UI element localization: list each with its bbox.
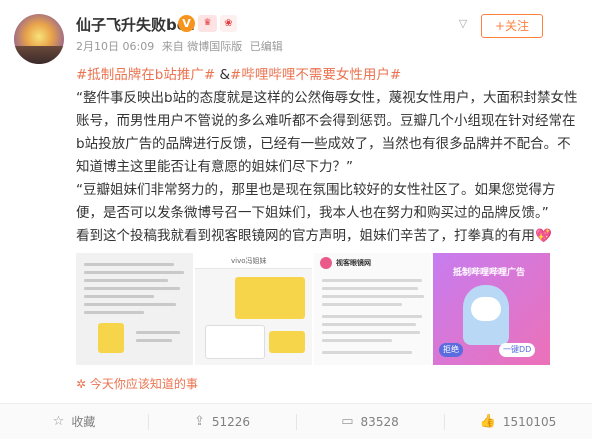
post-image-official-statement[interactable]: 视客眼镜网	[314, 253, 431, 365]
chevron-down-icon[interactable]: ▽	[456, 17, 470, 31]
star-icon: ☆	[52, 414, 65, 429]
post-meta: 2月10日 06:09 来自 微博国际版 已编辑	[76, 38, 287, 54]
favorite-label: 收藏	[71, 415, 96, 429]
share-icon: ⇪	[193, 414, 205, 429]
image-header-text: 视客眼镜网	[336, 259, 371, 267]
like-icon: 👍	[479, 414, 496, 429]
hashtag-line: #抵制品牌在b站推广# &#哔哩哔哩不需要女性用户#	[76, 64, 582, 87]
hashtag-joiner: &	[215, 67, 231, 83]
post-image-anime-poster[interactable]: 抵制哔哩哔哩广告 拒绝 一键DD	[433, 253, 550, 365]
post-closing: 看到这个投稿我就看到视客眼镜网的官方声明，姐妹们辛苦了，打拳真的有用💖	[76, 225, 582, 248]
comment-count: 83528	[360, 414, 399, 429]
avatar[interactable]	[14, 14, 64, 64]
image-chip-text: 拒绝	[439, 343, 463, 357]
post-quote: “豆瓣姐妹们非常努力的，那里也是现在氛围比较好的女性社区了。如果您觉得方便，是否…	[76, 182, 556, 221]
post-closing-text: 看到这个投稿我就看到视客眼镜网的官方声明，姐妹们辛苦了，打拳真的有用	[76, 228, 535, 244]
image-grid: vivo冯姐妹 视客眼镜网 抵制哔哩哔哩广告 拒绝 一键DD	[76, 253, 552, 365]
image-title-text: 抵制哔哩哔哩广告	[453, 268, 526, 278]
today-link-text: 今天你应该知道的事	[89, 377, 198, 391]
weibo-post-card: 仙子飞升失败bot V ♛ ❀ 2月10日 06:09 来自 微博国际版 已编辑…	[0, 0, 592, 439]
hashtag-link[interactable]: #抵制品牌在b站推广#	[76, 67, 215, 83]
heart-emoji-icon: 💖	[535, 228, 552, 244]
user-badges: V ♛ ❀	[178, 15, 237, 32]
repost-button[interactable]: ⇪ 51226	[148, 404, 296, 439]
username[interactable]: 仙子飞升失败bot	[76, 14, 194, 35]
post-date[interactable]: 2月10日 06:09	[76, 40, 154, 53]
gift-badge-icon[interactable]: ❀	[220, 15, 237, 32]
hashtag-link[interactable]: #哔哩哔哩不需要女性用户#	[230, 67, 401, 83]
action-bar: ☆ 收藏 ⇪ 51226 ▭ 83528 👍 1510105	[0, 403, 592, 439]
comment-icon: ▭	[341, 414, 354, 429]
edited-label[interactable]: 已编辑	[250, 40, 283, 53]
image-header-text: vivo冯姐妹	[231, 257, 267, 265]
post-source: 来自 微博国际版	[161, 40, 243, 53]
post-image-chat-screenshot[interactable]	[76, 253, 193, 365]
repost-count: 51226	[211, 414, 251, 429]
today-link[interactable]: ✲ 今天你应该知道的事	[76, 375, 198, 392]
sun-icon: ✲	[76, 377, 90, 391]
image-chip-text: 一键DD	[499, 343, 536, 357]
follow-button[interactable]: +关注	[481, 14, 543, 38]
favorite-button[interactable]: ☆ 收藏	[0, 404, 148, 439]
like-button[interactable]: 👍 1510105	[444, 404, 592, 439]
post-quote: “整件事反映出b站的态度就是这样的公然侮辱女性，蔑视女性用户，大面积封禁女性账号…	[76, 90, 578, 175]
like-count: 1510105	[502, 414, 557, 429]
post-image-chat-screenshot[interactable]: vivo冯姐妹	[195, 253, 312, 365]
vip-badge-icon[interactable]: ♛	[198, 15, 217, 32]
comment-button[interactable]: ▭ 83528	[296, 404, 444, 439]
verified-badge-icon[interactable]: V	[178, 15, 195, 32]
post-body: #抵制品牌在b站推广# &#哔哩哔哩不需要女性用户# “整件事反映出b站的态度就…	[76, 64, 582, 248]
